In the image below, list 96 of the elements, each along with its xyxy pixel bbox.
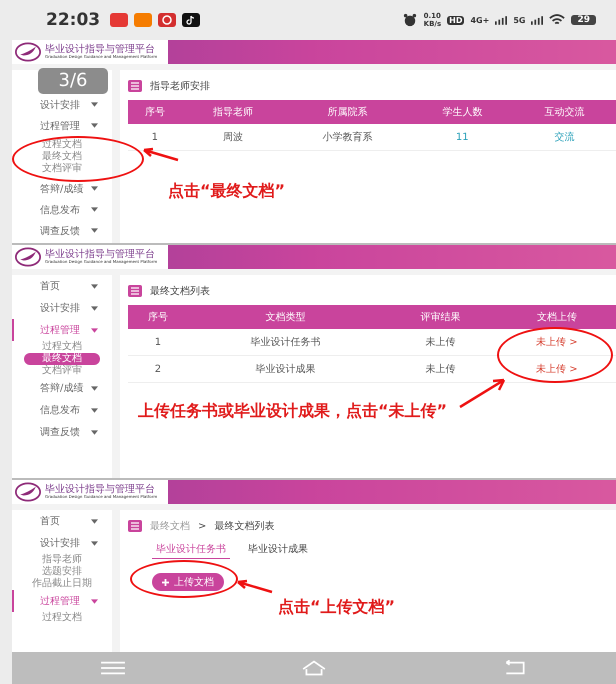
menu-icon[interactable]: [100, 660, 126, 676]
tab[interactable]: 毕业设计任务书: [152, 540, 230, 559]
column-header: 学生人数: [411, 100, 514, 124]
sidebar-item[interactable]: 设计安排: [12, 532, 112, 554]
table-link[interactable]: 11: [411, 124, 514, 150]
column-header: 指导老师: [182, 100, 284, 124]
caret-icon: [91, 186, 98, 191]
music-note-icon: [182, 13, 200, 27]
app-icon: [158, 13, 176, 27]
caret-icon: [91, 598, 98, 604]
site-title: 毕业设计指导与管理平台: [45, 485, 156, 495]
upload-button[interactable]: 上传文档: [152, 573, 224, 591]
table-link[interactable]: 交流: [513, 124, 616, 150]
sidebar-subitem[interactable]: 过程文档: [24, 612, 100, 624]
table-cell: 2: [128, 356, 188, 382]
caret-icon: [91, 328, 98, 332]
column-header: 文档类型: [188, 305, 384, 329]
column-header: 序号: [128, 100, 182, 124]
table-cell: 毕业设计成果: [188, 356, 384, 382]
sidebar-subitem[interactable]: 文档评审: [24, 163, 100, 175]
sidebar-subitem[interactable]: 选题安排: [24, 566, 100, 578]
column-header: 序号: [128, 305, 188, 329]
network-type: 4G+: [470, 16, 490, 24]
site-title: 毕业设计指导与管理平台: [45, 45, 156, 55]
table-cell: 毕业设计任务书: [188, 329, 384, 356]
breadcrumb-current: 最终文档列表: [214, 520, 274, 533]
wifi-icon: [549, 13, 566, 27]
sidebar-item[interactable]: 过程管理: [12, 590, 112, 612]
table-cell: 小学教育系: [284, 124, 412, 150]
sidebar-subitem[interactable]: 指导老师: [24, 554, 100, 566]
caret-icon: [91, 123, 98, 128]
clock-time: 22:03: [46, 10, 100, 30]
pointer-arrow: [457, 377, 507, 409]
table-cell: 未上传: [383, 329, 498, 356]
sidebar-item[interactable]: 答辩/成绩: [12, 377, 112, 399]
sidebar-item[interactable]: 首页: [12, 510, 112, 532]
breadcrumb-separator: >: [198, 520, 206, 532]
table-cell: 周波: [182, 124, 284, 150]
column-header: 互动交流: [513, 100, 616, 124]
sidebar-item[interactable]: 过程管理: [12, 319, 112, 341]
sidebar-item[interactable]: 信息发布: [12, 399, 112, 421]
column-header: 评审结果: [383, 305, 498, 329]
caret-icon: [91, 102, 98, 107]
home-icon[interactable]: [300, 660, 327, 676]
site-title: 毕业设计指导与管理平台: [45, 250, 156, 260]
column-header: 文档上传: [498, 305, 616, 329]
table-cell: 未上传: [383, 356, 498, 382]
sidebar-subitem[interactable]: 过程文档: [24, 341, 100, 353]
hd-badge: HD: [447, 16, 464, 24]
sidebar-item[interactable]: 答辩/成绩: [12, 178, 112, 199]
table-cell: 1: [128, 329, 188, 356]
table-cell: 1: [128, 124, 182, 150]
caret-icon: [91, 386, 98, 390]
table-link[interactable]: 未上传 >: [498, 329, 616, 356]
annotation-text: 点击“上传文档”: [278, 597, 396, 618]
annotation-text: 上传任务书或毕业设计成果，点击“未上传”: [138, 401, 448, 422]
caret-icon: [91, 408, 98, 412]
sidebar-item[interactable]: 首页: [12, 275, 112, 297]
column-header: 所属院系: [284, 100, 412, 124]
app-icon: [110, 13, 128, 27]
sidebar-subitem[interactable]: 最终文档: [24, 353, 100, 365]
bird-logo-icon: [15, 247, 41, 267]
network-type: 5G: [513, 16, 526, 24]
page-counter: 3/6: [38, 68, 108, 94]
plus-icon: [162, 578, 169, 586]
sidebar-subitem[interactable]: 文档评审: [24, 365, 100, 377]
tab[interactable]: 毕业设计成果: [244, 540, 312, 559]
table-link[interactable]: 未上传 >: [498, 356, 616, 382]
sidebar-item[interactable]: 过程管理: [12, 115, 112, 136]
sidebar-item[interactable]: 调查反馈: [12, 421, 112, 443]
sidebar-item[interactable]: 设计安排: [12, 94, 112, 115]
sidebar-item[interactable]: 设计安排: [12, 297, 112, 319]
signal-icon: [495, 16, 508, 24]
bird-logo-icon: [15, 42, 41, 62]
battery-level: 29: [571, 15, 596, 25]
caret-icon: [91, 540, 98, 546]
caret-icon: [91, 207, 98, 212]
list-icon: [128, 80, 142, 92]
sidebar-item[interactable]: 信息发布: [12, 199, 112, 220]
caret-icon: [91, 518, 98, 524]
signal-icon: [531, 16, 544, 24]
list-icon: [128, 285, 142, 297]
breadcrumb-link[interactable]: 最终文档: [150, 519, 190, 533]
sidebar-subitem[interactable]: 作品截止日期: [24, 578, 100, 590]
section-title: 最终文档列表: [150, 284, 210, 298]
annotation-text: 点击“最终文档”: [168, 181, 286, 202]
caret-icon: [91, 228, 98, 233]
caret-icon: [91, 284, 98, 288]
list-icon: [128, 520, 142, 532]
caret-icon: [91, 430, 98, 434]
bird-logo-icon: [15, 482, 41, 502]
sidebar-subitem[interactable]: 最终文档: [24, 151, 100, 163]
sidebar-item[interactable]: 调查反馈: [12, 220, 112, 241]
section-title: 指导老师安排: [150, 80, 210, 93]
app-icon: [134, 13, 152, 27]
caret-icon: [91, 306, 98, 310]
